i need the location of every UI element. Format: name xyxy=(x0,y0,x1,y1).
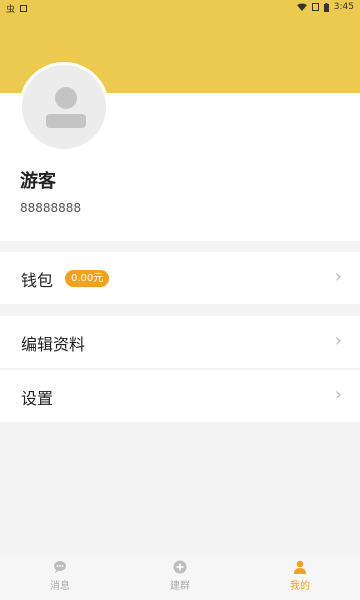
bottom-tab-bar: 消息 建群 我的 xyxy=(0,556,360,600)
tab-messages[interactable]: 消息 xyxy=(30,560,90,592)
status-bar: 虫 3:45 xyxy=(0,0,360,16)
status-right: 3:45 xyxy=(296,2,354,12)
settings-row[interactable]: 设置 › xyxy=(0,370,360,422)
edit-profile-label: 编辑资料 xyxy=(21,335,86,354)
sim-icon xyxy=(311,3,319,11)
avatar-head-shape xyxy=(55,87,77,109)
battery-icon xyxy=(323,2,329,12)
status-left: 虫 xyxy=(6,2,28,15)
edit-profile-row[interactable]: 编辑资料 › xyxy=(0,316,360,368)
person-icon xyxy=(294,560,306,574)
status-app-icon: 虫 xyxy=(6,5,16,15)
avatar-body-shape xyxy=(46,114,86,128)
wallet-label: 钱包 xyxy=(21,271,54,290)
user-name: 游客 xyxy=(20,171,56,192)
message-icon xyxy=(54,561,66,573)
notification-icon xyxy=(20,5,28,12)
add-group-icon xyxy=(173,560,187,574)
tab-mine[interactable]: 我的 xyxy=(270,560,330,592)
tab-create-group-label: 建群 xyxy=(170,581,190,592)
status-time: 3:45 xyxy=(333,2,354,12)
chevron-right-icon: › xyxy=(334,330,342,351)
user-id: 88888888 xyxy=(20,201,82,215)
wallet-balance-badge: 0.00元 xyxy=(65,270,110,287)
avatar[interactable] xyxy=(19,62,109,152)
chevron-right-icon: › xyxy=(334,266,342,287)
wallet-row[interactable]: 钱包 0.00元 › xyxy=(0,252,360,304)
tab-mine-label: 我的 xyxy=(290,581,310,592)
tab-messages-label: 消息 xyxy=(50,581,70,592)
wifi-icon xyxy=(296,3,307,11)
tab-create-group[interactable]: 建群 xyxy=(150,560,210,592)
settings-label: 设置 xyxy=(21,389,54,408)
chevron-right-icon: › xyxy=(334,384,342,405)
